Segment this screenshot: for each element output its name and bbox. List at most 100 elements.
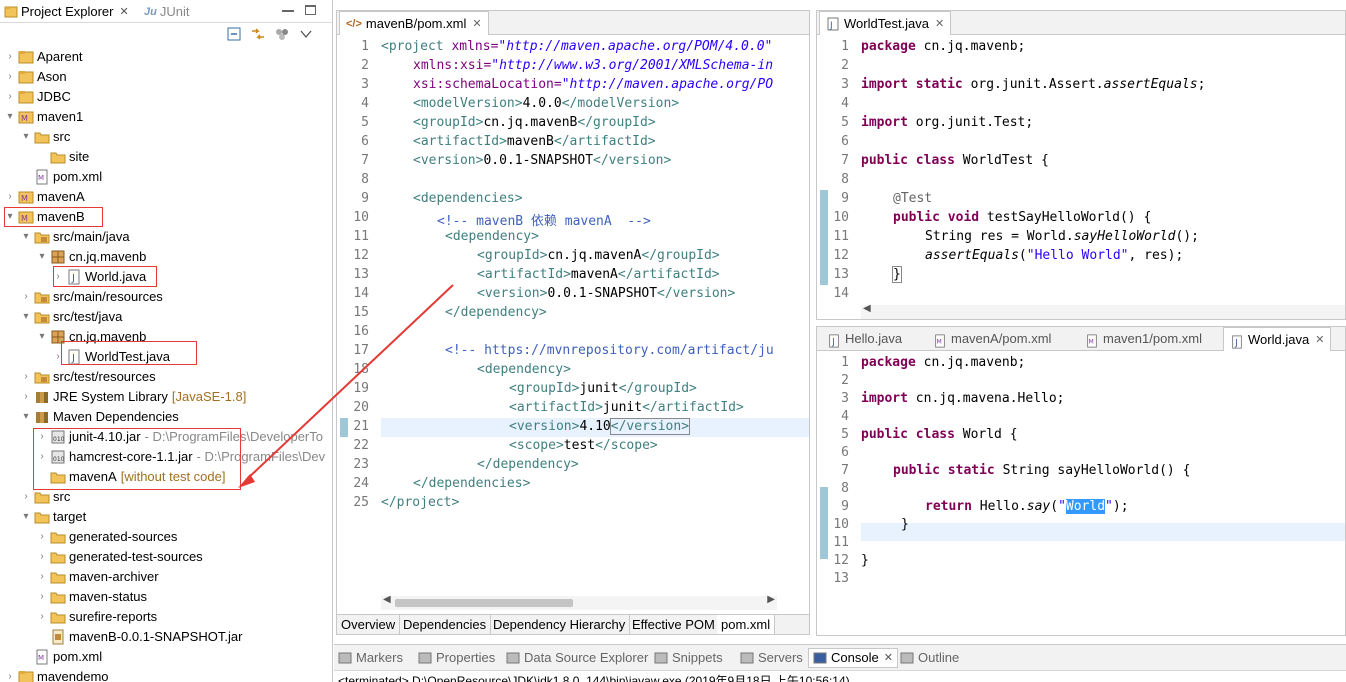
chevron-right-icon[interactable]: › — [4, 87, 16, 107]
chevron-right-icon[interactable]: › — [4, 667, 16, 682]
chevron-down-icon[interactable]: ▾ — [20, 307, 32, 327]
scroll-thumb[interactable] — [395, 599, 573, 607]
bottom-tab[interactable]: Data Source Explorer — [506, 648, 648, 668]
tree-item[interactable]: › maven-status — [36, 587, 147, 607]
bottom-tab[interactable]: Console ✕ — [808, 648, 898, 668]
tree-item[interactable]: › JDBC — [4, 87, 71, 107]
tab-junit[interactable]: Ju JUnit — [144, 2, 189, 22]
tree-item[interactable]: mavenB-0.0.1-SNAPSHOT.jar — [36, 627, 242, 647]
chevron-down-icon[interactable]: ▾ — [36, 327, 48, 347]
pom-bottom-tab[interactable]: Dependency Hierarchy — [489, 615, 631, 634]
line-number: 19 — [353, 381, 369, 396]
chevron-right-icon[interactable]: › — [20, 287, 32, 307]
tree-item-label: target — [53, 509, 87, 524]
tree-item[interactable]: › src — [20, 487, 70, 507]
world-code-area[interactable]: 1 2 3 4 5 6 7 8 9 10 11 12 13 package cn.jq.mavenb; im… — [817, 353, 1345, 633]
close-icon[interactable]: ✕ — [119, 2, 128, 22]
chevron-right-icon[interactable]: › — [4, 187, 16, 207]
code-token: xmlns= — [451, 39, 499, 54]
tree-item[interactable]: › surefire-reports — [36, 607, 157, 627]
tree-item[interactable]: › Ason — [4, 67, 66, 87]
chevron-right-icon[interactable]: › — [4, 47, 16, 67]
worldtest-horizontal-scrollbar[interactable]: ◀ — [861, 303, 1345, 319]
world-editor-tab[interactable]: MmavenA/pom.xml — [927, 327, 1057, 351]
link-with-editor-icon[interactable] — [250, 26, 266, 42]
tree-item[interactable]: ▾ src — [20, 127, 70, 147]
pom-bottom-tab[interactable]: Dependencies — [399, 615, 492, 634]
close-icon[interactable]: ✕ — [1315, 328, 1324, 352]
tree-item[interactable]: › maven-archiver — [36, 567, 158, 587]
world-editor-tab[interactable]: J World.java ✕ — [1223, 327, 1332, 352]
tree-item[interactable]: ▾ Mmaven1 — [4, 107, 83, 127]
pom-bottom-tab[interactable]: Effective POM — [628, 615, 720, 634]
tree-item[interactable]: ▾ target — [20, 507, 86, 527]
maximize-icon[interactable] — [305, 5, 316, 15]
code-line: public class WorldTest { — [861, 153, 1049, 168]
code-line: } — [901, 517, 909, 532]
code-line: xsi:schemaLocation="http://maven.apache.… — [413, 77, 773, 92]
code-line: assertEquals("Hello World", res); — [925, 248, 1183, 263]
chevron-right-icon[interactable]: › — [36, 527, 48, 547]
tree-item[interactable]: Mpom.xml — [20, 167, 102, 187]
view-menu-icon[interactable] — [298, 26, 314, 42]
tree-item[interactable]: › generated-sources — [36, 527, 177, 547]
tree-item[interactable]: › Aparent — [4, 47, 82, 67]
tree-item[interactable]: site — [36, 147, 89, 167]
code-token: </version> — [657, 286, 736, 301]
bottom-tab[interactable]: Snippets — [654, 648, 723, 668]
scroll-right-icon[interactable]: ▶ — [767, 594, 775, 605]
tree-item[interactable]: ▾ src/main/java — [20, 227, 129, 247]
scroll-left-icon[interactable]: ◀ — [863, 303, 871, 314]
tree-item[interactable]: › generated-test-sources — [36, 547, 202, 567]
chevron-right-icon[interactable]: › — [4, 67, 16, 87]
chevron-down-icon[interactable]: ▾ — [4, 107, 16, 127]
chevron-right-icon[interactable]: › — [36, 587, 48, 607]
tree-item[interactable]: Mpom.xml — [20, 647, 102, 667]
code-token: assertEquals — [925, 248, 1019, 263]
bottom-tab-label: Outline — [918, 650, 960, 665]
filters-icon[interactable] — [274, 26, 290, 42]
chevron-down-icon[interactable]: ▾ — [36, 247, 48, 267]
pom-code-area[interactable]: 1 2 3 4 5 6 7 8 9 10 11 12 13 14 15 16 17 18 19 20 21 22 23 24 2… — [337, 37, 809, 602]
bottom-tab[interactable]: Properties — [418, 648, 495, 668]
line-number: 11 — [833, 229, 849, 244]
tab-worldtest-java[interactable]: J WorldTest.java ✕ — [819, 11, 952, 36]
tree-item[interactable]: ▾ src/test/java — [20, 307, 122, 327]
close-icon[interactable]: ✕ — [884, 648, 893, 668]
chevron-right-icon[interactable]: › — [36, 567, 48, 587]
chevron-right-icon[interactable]: › — [20, 487, 32, 507]
bottom-tab[interactable]: Outline — [900, 648, 959, 668]
pom-horizontal-scrollbar[interactable]: ◀ ▶ — [381, 594, 777, 610]
tree-item-label: mavenB-0.0.1-SNAPSHOT.jar — [69, 629, 243, 644]
chevron-down-icon[interactable]: ▾ — [20, 507, 32, 527]
chevron-down-icon[interactable]: ▾ — [20, 407, 32, 427]
close-icon[interactable]: ✕ — [472, 12, 481, 36]
chevron-right-icon[interactable]: › — [36, 547, 48, 567]
tree-item[interactable]: › src/main/resources — [20, 287, 162, 307]
folder-icon — [50, 609, 66, 625]
world-editor-tab[interactable]: J Hello.java — [821, 327, 908, 351]
close-icon[interactable]: ✕ — [935, 12, 944, 36]
bottom-tab[interactable]: Servers — [740, 648, 803, 668]
tree-item[interactable]: › src/test/resources — [20, 367, 155, 387]
chevron-right-icon[interactable]: › — [20, 367, 32, 387]
tree-item[interactable]: ▾ cn.jq.mavenb — [36, 247, 146, 267]
worldtest-code-area[interactable]: 1 2 3 4 5 6 7 8 9 10 11 12 13 14 package cn.jq.mavenb;… — [817, 37, 1345, 305]
tab-project-explorer[interactable]: Project Explorer ✕ — [4, 2, 129, 22]
tree-item[interactable]: › MmavenA — [4, 187, 84, 207]
chevron-down-icon[interactable]: ▾ — [20, 227, 32, 247]
chevron-right-icon[interactable]: › — [20, 387, 32, 407]
tree-item[interactable]: › JRE System Library [JavaSE-1.8] — [20, 387, 246, 407]
world-editor-tab[interactable]: Mmaven1/pom.xml — [1079, 327, 1208, 351]
pom-bottom-tab[interactable]: Overview — [337, 615, 401, 634]
collapse-all-icon[interactable] — [226, 26, 242, 42]
tree-item[interactable]: ▾ Maven Dependencies — [20, 407, 178, 427]
tab-mavenb-pom[interactable]: </> mavenB/pom.xml ✕ — [339, 11, 489, 35]
tree-item[interactable]: › mavendemo — [4, 667, 109, 682]
minimize-icon[interactable] — [282, 10, 294, 12]
pom-bottom-tab[interactable]: pom.xml — [717, 615, 776, 634]
chevron-right-icon[interactable]: › — [36, 607, 48, 627]
scroll-left-icon[interactable]: ◀ — [383, 594, 391, 605]
chevron-down-icon[interactable]: ▾ — [20, 127, 32, 147]
bottom-tab[interactable]: Markers — [338, 648, 403, 668]
